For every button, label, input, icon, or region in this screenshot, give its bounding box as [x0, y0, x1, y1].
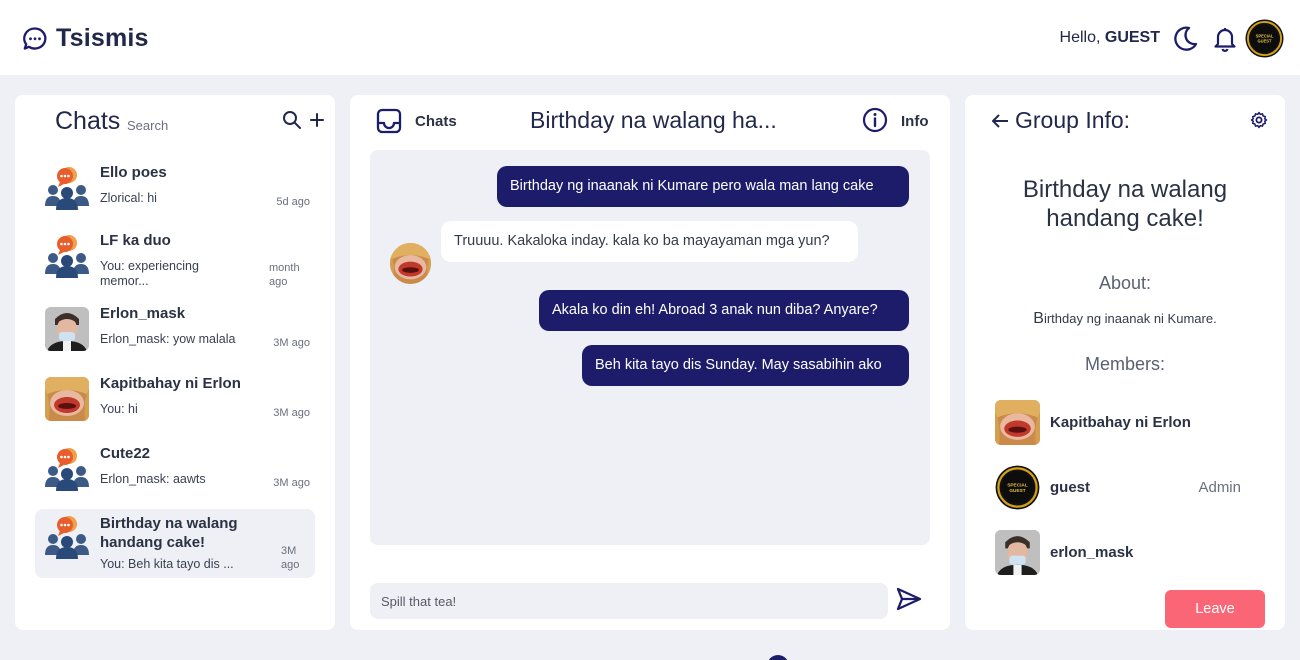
brand[interactable]: Tsismis [22, 24, 149, 53]
chat-list-item-active[interactable]: Birthday na walang handang cake! You: Be… [35, 509, 315, 578]
message-outgoing: Akala ko din eh! Abroad 3 anak nun diba?… [539, 290, 909, 331]
bell-icon[interactable] [1212, 26, 1238, 53]
member-name: Kapitbahay ni Erlon [1050, 414, 1191, 431]
message-input[interactable] [370, 583, 888, 619]
group-name: Birthday na walang handang cake! [1022, 176, 1228, 232]
group-icon [45, 447, 89, 491]
info-label[interactable]: Info [901, 113, 929, 130]
chat-bubble-icon [23, 26, 47, 50]
member-item[interactable]: SPECIAL GUEST guest Admin [995, 465, 1255, 511]
plus-icon[interactable] [308, 110, 326, 130]
chat-name: Birthday na walang handang cake! [100, 515, 238, 551]
chat-list-item[interactable]: LF ka duo You: experiencing memor... mon… [35, 228, 315, 296]
chat-last-message: Erlon_mask: yow malala [100, 332, 236, 346]
chat-name: LF ka duo [100, 232, 171, 249]
search-icon[interactable] [282, 110, 302, 130]
about-text-first-letter: B [1033, 310, 1044, 327]
members-label: Members: [1084, 354, 1165, 374]
group-info-panel: Group Info: Birthday na walang handang c… [965, 95, 1285, 630]
user-avatar[interactable]: SPECIAL GUEST [1245, 19, 1284, 58]
lips-photo [995, 400, 1040, 445]
conversation-title: Birthday na walang ha... [530, 107, 777, 133]
moon-icon[interactable] [1171, 25, 1199, 53]
chat-time: 3M ago [273, 477, 310, 489]
search-input[interactable] [127, 115, 277, 135]
sender-avatar [390, 243, 431, 284]
chat-name: Kapitbahay ni Erlon [100, 375, 241, 392]
special-guest-badge: SPECIAL GUEST [995, 465, 1040, 510]
message-outgoing: Beh kita tayo dis Sunday. May sasabihin … [582, 345, 909, 386]
chat-last-message: You: hi [100, 402, 138, 416]
about-label: About: [1098, 273, 1152, 293]
chat-time: 3M ago [273, 407, 310, 419]
group-icon [45, 515, 89, 559]
man-photo [995, 530, 1040, 575]
app-name: Tsismis [56, 24, 149, 52]
chat-last-message: Erlon_mask: aawts [100, 472, 206, 486]
info-icon[interactable] [862, 107, 888, 133]
chats-title: Chats [55, 107, 121, 135]
man-photo [45, 307, 89, 351]
about-text-rest: irthday ng inaanak ni Kumare. [1043, 311, 1217, 326]
chats-tab-label[interactable]: Chats [415, 113, 457, 130]
lips-photo [45, 377, 89, 421]
member-item[interactable]: erlon_mask [995, 530, 1255, 576]
member-name: erlon_mask [1050, 544, 1134, 561]
arrow-left-icon[interactable] [990, 111, 1010, 131]
message-incoming: Truuuu. Kakaloka inday. kala ko ba mayay… [441, 221, 858, 262]
chat-last-message: You: experiencing memor... [100, 259, 199, 288]
inbox-icon[interactable] [376, 108, 402, 134]
message-list[interactable]: Birthday ng inaanak ni Kumare pero wala … [370, 150, 930, 545]
top-bar: Tsismis Hello, GUEST SPECIAL GUEST [0, 0, 1300, 75]
chat-time: 5d ago [276, 196, 310, 208]
greeting: Hello, GUEST [1060, 29, 1160, 47]
chat-time: month ago [269, 262, 300, 288]
message-outgoing: Birthday ng inaanak ni Kumare pero wala … [497, 166, 909, 207]
username: GUEST [1104, 29, 1160, 46]
send-icon[interactable] [895, 585, 923, 613]
gear-icon[interactable] [1250, 111, 1268, 129]
lips-photo [390, 243, 431, 284]
avatar-badge-text-2: GUEST [1257, 38, 1272, 43]
leave-button[interactable]: Leave [1165, 590, 1265, 628]
greeting-text: Hello, [1059, 29, 1101, 46]
badge-text-2: GUEST [1009, 488, 1025, 494]
member-name: guest [1050, 479, 1091, 496]
chat-last-message: Zlorical: hi [100, 191, 157, 205]
chat-list-item[interactable]: Ello poes Zlorical: hi 5d ago [35, 160, 315, 228]
floating-indicator[interactable] [767, 655, 789, 660]
group-icon [45, 234, 89, 278]
about-text: Birthday ng inaanak ni Kumare. [985, 310, 1265, 328]
member-role: Admin [1198, 479, 1241, 496]
member-item[interactable]: Kapitbahay ni Erlon [995, 400, 1255, 446]
chat-list-item[interactable]: Cute22 Erlon_mask: aawts 3M ago [35, 441, 315, 509]
chat-time: 3M ago [273, 337, 310, 349]
chat-list-item[interactable]: Kapitbahay ni Erlon You: hi 3M ago [35, 371, 315, 439]
chat-list-item[interactable]: Erlon_mask Erlon_mask: yow malala 3M ago [35, 301, 315, 369]
chat-name: Erlon_mask [100, 305, 186, 322]
chat-time: 3M ago [281, 545, 300, 571]
group-icon [45, 166, 89, 210]
chat-last-message: You: Beh kita tayo dis ... [100, 557, 234, 571]
conversation-panel: Chats Birthday na walang ha... Info Birt… [350, 95, 950, 630]
chat-name: Ello poes [100, 164, 167, 181]
group-info-title: Group Info: [1015, 107, 1131, 133]
badge-text-1: SPECIAL [1007, 482, 1028, 488]
chat-list-panel: Chats Ello poes Zlorical: hi 5d ago LF k… [15, 95, 335, 630]
chat-name: Cute22 [100, 445, 151, 462]
